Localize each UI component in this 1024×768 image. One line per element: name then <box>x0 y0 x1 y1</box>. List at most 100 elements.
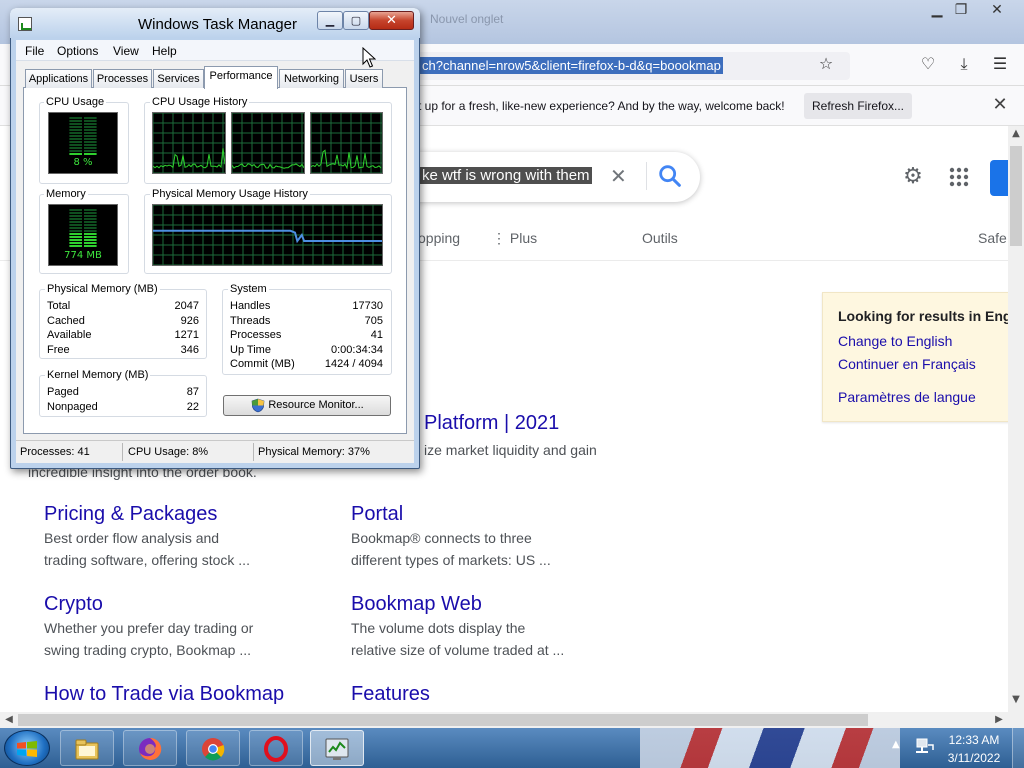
star-icon[interactable]: ☆ <box>814 54 838 76</box>
refresh-firefox-button[interactable]: Refresh Firefox... <box>804 93 912 119</box>
pocket-icon[interactable]: ♡ <box>916 54 940 76</box>
cpu-history-graph-core-3 <box>310 112 383 174</box>
scroll-down-icon[interactable]: ▼ <box>1008 694 1024 710</box>
search-icon[interactable] <box>656 162 684 190</box>
scroll-right-icon[interactable]: ▶ <box>992 712 1006 728</box>
sitelink-title[interactable]: Crypto <box>44 593 103 616</box>
firefox-tab-label[interactable]: Nouvel onglet <box>420 6 640 32</box>
stat-value: 1424 / 4094 <box>324 358 383 370</box>
meter-segment <box>69 209 82 211</box>
result-title[interactable]: Platform | 2021 <box>424 412 559 435</box>
windows-logo-icon <box>17 741 37 757</box>
continue-in-french-link[interactable]: Continuer en Français <box>838 356 976 372</box>
sitelink-title[interactable]: How to Trade via Bookmap <box>44 683 284 706</box>
tab-more[interactable]: ⋮ Plus <box>492 230 537 247</box>
stat-value: 346 <box>180 344 199 356</box>
meter-segment <box>84 147 97 149</box>
tab-users[interactable]: Users <box>345 69 383 88</box>
meter-segment <box>69 224 82 226</box>
menu-options[interactable]: Options <box>57 44 98 58</box>
stat-label: Nonpaged <box>47 401 98 413</box>
search-input[interactable]: ke wtf is wrong with them <box>420 167 592 184</box>
maximize-button[interactable]: ▢ <box>343 11 369 30</box>
close-button[interactable]: ✕ <box>369 11 414 30</box>
graph-canvas <box>311 113 382 173</box>
show-hidden-icons-icon[interactable]: ▲ <box>892 739 900 750</box>
meter-segment <box>84 141 97 143</box>
meter-segment <box>69 153 82 155</box>
show-desktop-button[interactable] <box>1012 728 1024 768</box>
scroll-left-icon[interactable]: ◀ <box>2 712 16 728</box>
sitelink-snippet: trading software, offering stock ... <box>44 552 250 568</box>
tab-applications[interactable]: Applications <box>25 69 92 88</box>
meter-segment <box>84 144 97 146</box>
download-icon[interactable]: ⤓ <box>952 54 976 76</box>
tab-tools[interactable]: Outils <box>642 230 678 246</box>
apps-grid-glyph <box>949 167 969 187</box>
graph-canvas <box>153 113 225 173</box>
change-to-english-link[interactable]: Change to English <box>838 333 952 349</box>
meter-segment <box>84 221 97 223</box>
meter-segment <box>69 147 82 149</box>
meter-segment <box>69 239 82 241</box>
tab-networking[interactable]: Networking <box>279 69 344 88</box>
close-icon[interactable]: ✕ <box>988 93 1012 117</box>
sitelink-title[interactable]: Features <box>351 683 430 706</box>
tab-processes[interactable]: Processes <box>93 69 152 88</box>
cpu-history-graph-core-1 <box>152 112 226 174</box>
meter-segment <box>69 245 82 247</box>
memory-history-line <box>153 229 382 244</box>
stat-label: Processes <box>230 329 282 341</box>
stat-label: Available <box>47 329 92 341</box>
url-text[interactable]: ch?channel=nrow5&client=firefox-b-d&q=bo… <box>420 57 723 74</box>
menu-icon[interactable]: ☰ <box>988 54 1012 76</box>
status-memory: Physical Memory: 37% <box>258 446 370 458</box>
language-settings-link[interactable]: Paramètres de langue <box>838 389 976 405</box>
network-icon[interactable] <box>914 736 934 756</box>
sitelink-snippet: relative size of volume traded at ... <box>351 642 565 658</box>
tab-performance[interactable]: Performance <box>204 66 278 89</box>
apps-grid-icon[interactable] <box>946 164 972 190</box>
clock-time[interactable]: 12:33 AM <box>946 733 1002 747</box>
meter-segment <box>69 123 82 125</box>
language-box-title: Looking for results in Engli <box>838 308 1020 324</box>
horizontal-scroll-thumb[interactable] <box>18 714 868 726</box>
system-label: System <box>228 283 269 295</box>
meter-segment <box>69 218 82 220</box>
clear-icon[interactable]: ✕ <box>610 164 627 188</box>
meter-segment <box>84 132 97 134</box>
tab-safesearch[interactable]: Safe <box>978 230 1007 246</box>
sitelink-title[interactable]: Portal <box>351 503 403 526</box>
restore-icon[interactable]: ❐ <box>946 1 976 19</box>
tab-shopping[interactable]: opping <box>418 230 460 246</box>
sitelink-title[interactable]: Pricing & Packages <box>44 503 217 526</box>
meter-segment <box>84 150 97 152</box>
meter-segment <box>84 245 97 247</box>
memory-value: 774 MB <box>64 250 102 261</box>
meter-segment <box>69 212 82 214</box>
sitelink-snippet: Whether you prefer day trading or <box>44 620 254 636</box>
close-icon[interactable]: ✕ <box>982 1 1012 19</box>
scroll-up-icon[interactable]: ▲ <box>1008 128 1024 144</box>
clock-date[interactable]: 3/11/2022 <box>942 751 1006 765</box>
gear-icon[interactable]: ⚙ <box>900 164 926 190</box>
menu-view[interactable]: View <box>113 44 139 58</box>
task-manager-app-icon[interactable] <box>18 17 32 31</box>
minimize-button[interactable]: ▁ <box>317 11 343 30</box>
stat-label: Total <box>47 300 71 312</box>
stat-label: Free <box>47 344 70 356</box>
vertical-scroll-thumb[interactable] <box>1010 146 1022 246</box>
physical-memory-label: Physical Memory (MB) <box>45 283 160 295</box>
meter-segment <box>84 129 97 131</box>
tab-services[interactable]: Services <box>153 69 204 88</box>
meter-segment <box>84 123 97 125</box>
meter-segment <box>69 221 82 223</box>
resource-monitor-button[interactable]: Resource Monitor... <box>223 395 391 416</box>
cpu-history-graph-core-2 <box>231 112 305 174</box>
meter-segment <box>69 141 82 143</box>
result-snippet: ize market liquidity and gain <box>424 442 597 458</box>
menu-file[interactable]: File <box>25 44 44 58</box>
menu-help[interactable]: Help <box>152 44 177 58</box>
meter-segment <box>69 132 82 134</box>
sitelink-title[interactable]: Bookmap Web <box>351 593 482 616</box>
